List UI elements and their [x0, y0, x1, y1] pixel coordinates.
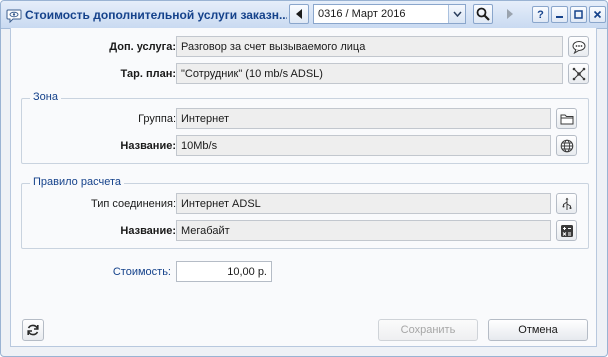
cost-field[interactable]: 10,00 р. [176, 261, 272, 282]
cancel-button[interactable]: Отмена [488, 319, 588, 341]
rule-name-label: Название: [120, 225, 176, 237]
zone-legend: Зона [30, 91, 61, 103]
folder-icon [560, 114, 573, 124]
search-button[interactable] [473, 4, 493, 24]
usb-plug-icon [562, 197, 571, 210]
connection-type-label: Тип соединения: [91, 198, 176, 210]
rule-legend: Правило расчета [30, 176, 124, 188]
refresh-icon [27, 324, 39, 336]
service-label: Доп. услуга: [109, 41, 176, 53]
rule-name-field[interactable]: Мегабайт [176, 220, 551, 241]
zone-name-label: Название: [120, 140, 176, 152]
minimize-button[interactable] [551, 6, 568, 23]
title-bar: Стоимость дополнительной услуги заказн..… [1, 1, 607, 29]
plan-select-button[interactable] [568, 63, 589, 84]
next-period-button[interactable] [500, 4, 520, 24]
minimize-icon [556, 16, 563, 18]
chevron-down-icon[interactable] [448, 5, 465, 23]
dialog-body: Доп. услуга: Разговор за счет вызываемог… [10, 28, 597, 347]
period-combo-value: 0316 / Март 2016 [318, 8, 406, 20]
arrow-left-icon [296, 9, 302, 19]
plan-label: Тар. план: [120, 68, 176, 80]
service-select-button[interactable] [568, 36, 589, 57]
service-field[interactable]: Разговор за счет вызываемого лица [176, 36, 563, 57]
prev-period-button[interactable] [289, 4, 309, 24]
rule-name-select-button[interactable] [556, 220, 577, 241]
connection-type-field[interactable]: Интернет ADSL [176, 193, 551, 214]
calculator-icon [560, 224, 573, 237]
dialog-window: Стоимость дополнительной услуги заказн..… [0, 0, 608, 357]
period-combo[interactable]: 0316 / Март 2016 [313, 4, 466, 24]
zone-name-field[interactable]: 10Mb/s [176, 135, 551, 156]
close-button[interactable] [589, 6, 606, 23]
network-nodes-icon [572, 67, 585, 80]
maximize-icon [574, 10, 583, 19]
connection-type-select-button[interactable] [556, 193, 577, 214]
help-label: ? [537, 8, 544, 21]
cost-label: Стоимость: [112, 266, 171, 278]
save-button[interactable]: Сохранить [378, 319, 478, 341]
maximize-button[interactable] [570, 6, 587, 23]
speech-bubble-icon [572, 40, 585, 54]
zone-group-field[interactable]: Интернет [176, 108, 551, 129]
magnifier-icon [476, 7, 490, 21]
refresh-button[interactable] [22, 319, 44, 341]
close-icon [593, 10, 602, 19]
zone-group-label: Группа: [138, 113, 176, 125]
arrow-right-icon [507, 9, 513, 19]
plan-field[interactable]: "Сотрудник" (10 mb/s ADSL) [176, 63, 563, 84]
window-title: Стоимость дополнительной услуги заказн..… [25, 8, 287, 22]
globe-icon [560, 139, 573, 152]
speech-bubble-eye-icon [6, 7, 22, 24]
zone-name-select-button[interactable] [556, 135, 577, 156]
zone-group-select-button[interactable] [556, 108, 577, 129]
help-button[interactable]: ? [532, 6, 549, 23]
